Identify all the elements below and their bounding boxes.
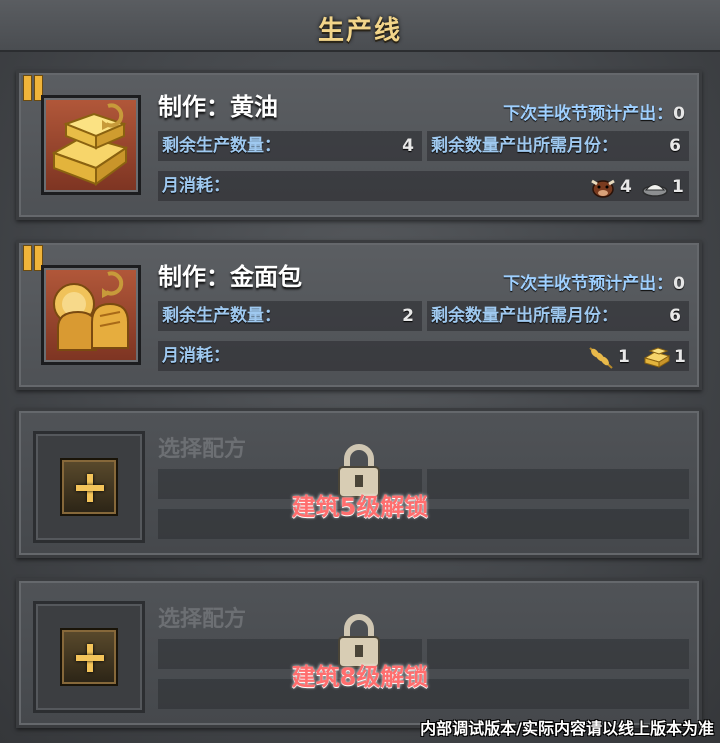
recipe-card-golden-bread[interactable]: 制作：金面包 下次丰收节预计产出：0 剩余生产数量： 2 剩余数量产出所需月份：… [16, 240, 702, 390]
remaining-row: 剩余生产数量： 2 [158, 301, 422, 331]
remaining-value: 4 [402, 136, 414, 156]
consumption-item: 4 [588, 174, 632, 200]
consumption-row: 月消耗： 1 1 [158, 341, 689, 371]
consumption-item: 1 [586, 344, 630, 370]
locked-slot-2: 选择配方 建筑8级解锁 [16, 578, 702, 728]
remaining-label: 剩余生产数量： [162, 136, 281, 156]
months-value: 6 [669, 136, 681, 156]
months-row: 剩余数量产出所需月份： 6 [427, 301, 689, 331]
unlock-requirement: 建筑8级解锁 [291, 663, 429, 691]
consumption-item: 1 [642, 344, 686, 370]
months-label: 剩余数量产出所需月份： [431, 306, 618, 326]
recipe-name: 制作：金面包 [158, 263, 302, 291]
butter-icon [643, 347, 671, 368]
header-bar: 生产线 [0, 0, 720, 52]
forecast-text: 下次丰收节预计产出：0 [503, 99, 685, 124]
cow-icon [591, 179, 615, 198]
select-recipe-label: 选择配方 [158, 437, 247, 462]
consumption-qty: 1 [618, 347, 630, 367]
remaining-value: 2 [402, 306, 414, 326]
months-row: 剩余数量产出所需月份： 6 [427, 131, 689, 161]
recipe-slot [33, 601, 145, 713]
placeholder-row [427, 639, 689, 669]
debug-watermark: 内部调试版本/实际内容请以线上版本为准 [420, 719, 714, 738]
add-recipe-button[interactable] [60, 628, 118, 686]
butter-icon [41, 95, 141, 195]
locked-slot-1: 选择配方 建筑5级解锁 [16, 408, 702, 558]
salt-icon [642, 184, 668, 197]
recipe-slot [33, 431, 145, 543]
golden-bread-icon [41, 265, 141, 365]
consumption-label: 月消耗： [162, 346, 230, 366]
pause-icon[interactable] [21, 75, 43, 101]
forecast-label: 下次丰收节预计产出： [503, 104, 674, 124]
add-recipe-button[interactable] [60, 458, 118, 516]
consumption-qty: 1 [674, 347, 686, 367]
consumption-qty: 1 [672, 177, 684, 197]
placeholder-row [427, 469, 689, 499]
unlock-requirement: 建筑5级解锁 [291, 493, 429, 521]
consumption-qty: 4 [620, 177, 632, 197]
forecast-text: 下次丰收节预计产出：0 [503, 269, 685, 294]
pause-icon[interactable] [21, 245, 43, 271]
production-panel: 生产线 制作：黄油 下次丰收节预计产出：0 剩余生产数量： 4 剩余数量产出所需… [0, 0, 720, 743]
consumption-label: 月消耗： [162, 176, 230, 196]
consumption-row: 月消耗： 4 1 [158, 171, 689, 201]
wheat-icon [589, 347, 613, 369]
panel-title: 生产线 [317, 16, 402, 46]
remaining-label: 剩余生产数量： [162, 306, 281, 326]
months-value: 6 [669, 306, 681, 326]
recipe-name: 制作：黄油 [158, 93, 278, 121]
recipe-card-butter[interactable]: 制作：黄油 下次丰收节预计产出：0 剩余生产数量： 4 剩余数量产出所需月份： … [16, 70, 702, 220]
consumption-item: 1 [640, 174, 684, 200]
forecast-value: 0 [673, 104, 685, 124]
forecast-value: 0 [673, 274, 685, 294]
select-recipe-label: 选择配方 [158, 607, 247, 632]
months-label: 剩余数量产出所需月份： [431, 136, 618, 156]
forecast-label: 下次丰收节预计产出： [503, 274, 674, 294]
remaining-row: 剩余生产数量： 4 [158, 131, 422, 161]
